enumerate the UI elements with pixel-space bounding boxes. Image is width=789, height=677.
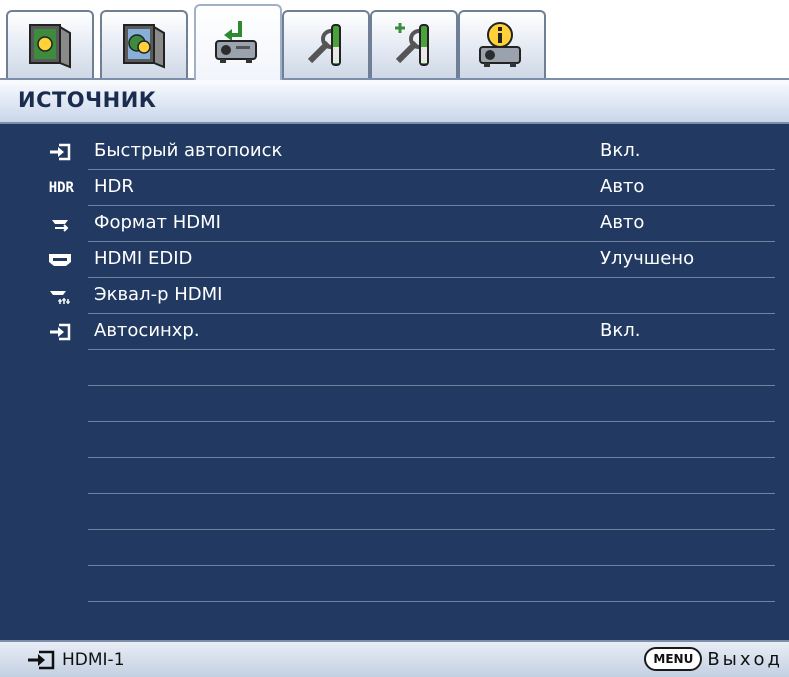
picture-icon [29,24,71,69]
page-title: ИСТОЧНИК [18,88,157,112]
menu-item-hdmi-format[interactable]: Формат HDMI Авто [0,206,789,242]
status-bar: HDMI-1 MENU Выход [0,640,789,677]
hdmi-edid-icon [46,250,74,270]
empty-row [0,422,789,458]
row-divider [88,601,775,602]
menu-item-hdmi-equalizer[interactable]: Эквал-р HDMI [0,278,789,314]
menu-item-hdr[interactable]: HDR HDR Авто [0,170,789,206]
source-icon [215,21,257,63]
menu-item-auto-sync[interactable]: Автосинхр. Вкл. [0,314,789,350]
tab-picture-advanced[interactable] [100,10,188,78]
input-arrow-icon [46,322,74,342]
empty-row [0,458,789,494]
exit-hint[interactable]: MENU Выход [644,647,783,671]
exit-label: Выход [707,648,783,670]
menu-item-hdmi-edid[interactable]: HDMI EDID Улучшено [0,242,789,278]
information-icon [479,22,521,67]
empty-row [0,530,789,566]
current-source: HDMI-1 [26,649,125,671]
menu-item-quick-auto-search[interactable]: Быстрый автопоиск Вкл. [0,134,789,170]
empty-row [0,350,789,386]
menu-item-value: Вкл. [600,140,641,161]
menu-item-value: Авто [600,176,645,197]
tab-bar [0,0,789,80]
empty-row [0,386,789,422]
tab-information[interactable] [458,10,546,78]
tab-setup-advanced[interactable] [370,10,458,78]
tab-picture[interactable] [6,10,94,78]
menu-item-value: Вкл. [600,320,641,341]
setup-basic-icon [307,24,341,66]
empty-row [0,566,789,602]
picture-advanced-icon [123,24,165,69]
menu-item-label: Формат HDMI [94,212,221,233]
menu-item-label: HDMI EDID [94,248,193,269]
input-arrow-icon [28,650,55,670]
menu-list: Быстрый автопоиск Вкл. HDR HDR Авто Форм… [0,124,789,640]
source-label: HDMI-1 [62,650,125,670]
menu-item-label: Эквал-р HDMI [94,284,223,305]
menu-header: ИСТОЧНИК [0,78,789,124]
input-arrow-icon [46,142,74,162]
menu-item-label: HDR [94,176,134,197]
hdmi-format-icon [46,214,74,234]
tab-setup-basic[interactable] [282,10,370,78]
hdmi-equalizer-icon [46,286,74,306]
hdr-icon: HDR [48,180,74,196]
tab-source[interactable] [194,4,282,80]
empty-row [0,494,789,530]
menu-button[interactable]: MENU [644,647,703,671]
menu-item-label: Автосинхр. [94,320,200,341]
setup-advanced-icon [395,23,429,66]
menu-item-value: Улучшено [600,248,695,269]
menu-item-label: Быстрый автопоиск [94,140,283,161]
menu-item-value: Авто [600,212,645,233]
